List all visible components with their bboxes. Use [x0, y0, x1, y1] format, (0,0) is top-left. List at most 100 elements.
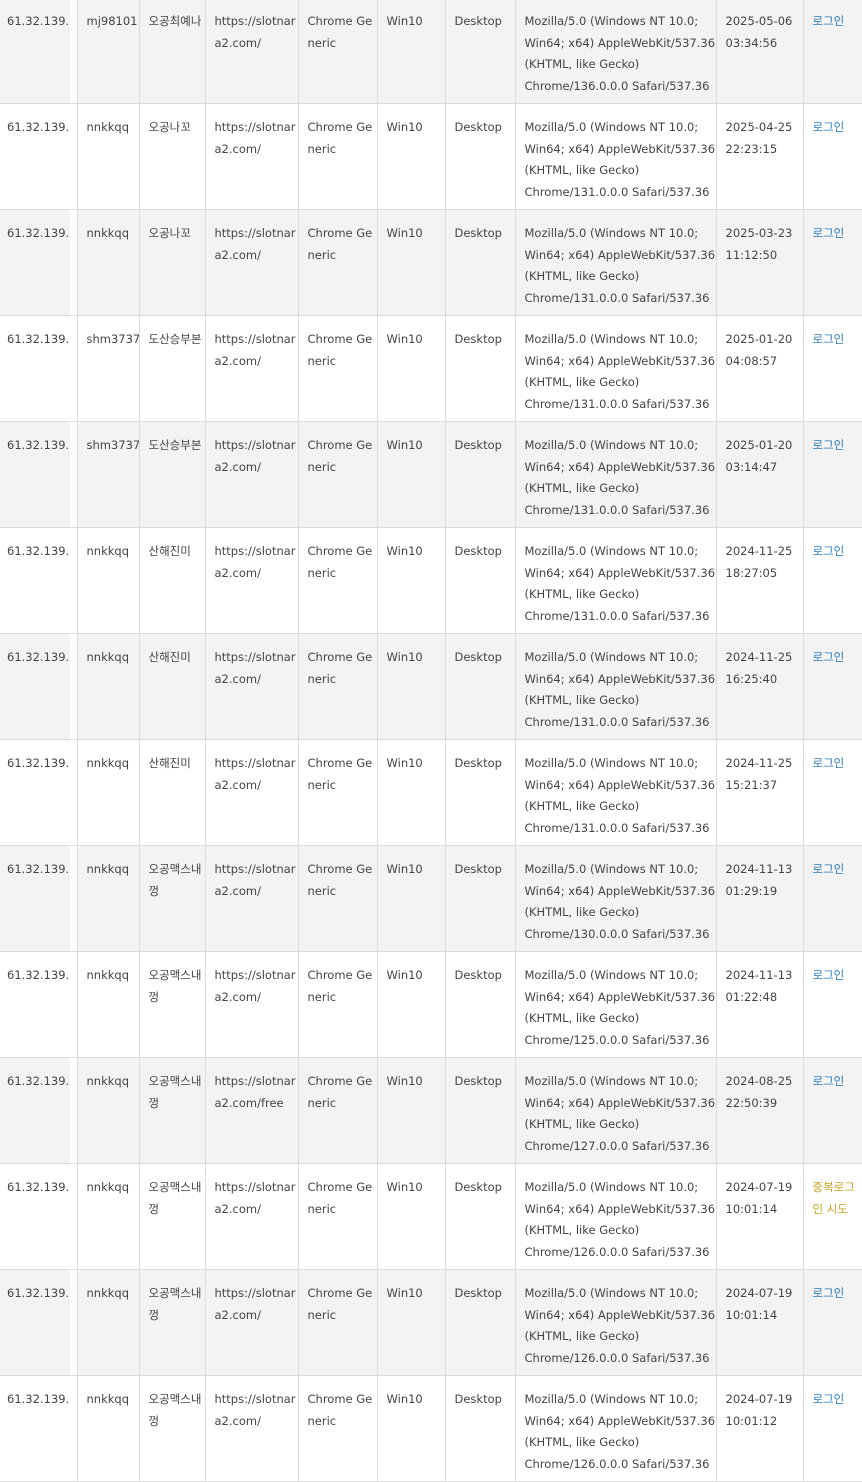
user-agent-cell: Mozilla/5.0 (Windows NT 10.0; Win64; x64)…: [515, 845, 717, 952]
table-row: 61.32.139. nnkkqq 산해진미 https://slotnara2.co…: [0, 527, 862, 634]
datetime-cell: 2025-05-06 03:34:56: [716, 0, 804, 104]
user-agent-line: Chrome/131.0.0.0 Safari/537.36: [524, 820, 710, 835]
nickname-cell: 오공맥스내껑: [139, 1269, 206, 1376]
user-agent-line: Chrome/131.0.0.0 Safari/537.36: [524, 184, 710, 199]
url-cell: https://slotnara2.com/: [205, 103, 299, 210]
user-agent-cell: Mozilla/5.0 (Windows NT 10.0; Win64; x64)…: [515, 421, 717, 528]
url-cell: https://slotnara2.com/: [205, 633, 299, 740]
device-cell: Desktop: [445, 1269, 516, 1376]
user-agent-line: (KHTML, like Gecko): [524, 905, 640, 919]
user-agent-cell: Mozilla/5.0 (Windows NT 10.0; Win64; x64)…: [515, 103, 717, 210]
user-agent-line: Win64; x64) AppleWebKit/537.36: [524, 353, 716, 368]
status-cell: 로그인: [803, 0, 862, 104]
login-status-link[interactable]: 로그인: [813, 756, 845, 770]
user-agent-cell: Mozilla/5.0 (Windows NT 10.0; Win64; x64)…: [515, 633, 717, 740]
login-status-link[interactable]: 로그인: [813, 1392, 845, 1406]
table-row: 61.32.139. nnkkqq 오공맥스내껑 https://slotnara2.…: [0, 1057, 862, 1164]
url-cell: https://slotnara2.com/free: [205, 1057, 299, 1164]
browser-cell: Chrome Generic: [298, 845, 378, 952]
user-agent-line: (KHTML, like Gecko): [524, 163, 640, 177]
ip-address-cell: 61.32.139.: [0, 103, 70, 210]
os-cell: Win10: [377, 209, 446, 316]
user-agent-line: Mozilla/5.0 (Windows NT 10.0;: [524, 1074, 699, 1088]
datetime-cell: 2025-01-20 03:14:47: [716, 421, 804, 528]
user-id-cell: nnkkqq: [77, 209, 140, 316]
user-agent-line: Chrome/136.0.0.0 Safari/537.36: [524, 78, 710, 93]
user-agent-line: Mozilla/5.0 (Windows NT 10.0;: [524, 332, 699, 346]
login-date: 2025-01-20: [725, 438, 793, 452]
datetime-cell: 2024-07-19 10:01:12: [716, 1375, 804, 1482]
user-id-cell: nnkkqq: [77, 1375, 140, 1482]
login-time: 04:08:57: [725, 353, 778, 368]
column-gap: [70, 315, 78, 422]
user-agent-cell: Mozilla/5.0 (Windows NT 10.0; Win64; x64)…: [515, 739, 717, 846]
url-cell: https://slotnara2.com/: [205, 845, 299, 952]
login-time: 16:25:40: [725, 671, 778, 686]
login-status-link[interactable]: 로그인: [813, 1286, 845, 1300]
user-agent-cell: Mozilla/5.0 (Windows NT 10.0; Win64; x64)…: [515, 951, 717, 1058]
login-date: 2024-11-25: [725, 544, 793, 558]
browser-cell: Chrome Generic: [298, 633, 378, 740]
login-time: 01:29:19: [725, 883, 778, 898]
browser-cell: Chrome Generic: [298, 315, 378, 422]
browser-cell: Chrome Generic: [298, 1057, 378, 1164]
user-agent-line: Mozilla/5.0 (Windows NT 10.0;: [524, 1392, 699, 1406]
datetime-cell: 2024-08-25 22:50:39: [716, 1057, 804, 1164]
user-agent-cell: Mozilla/5.0 (Windows NT 10.0; Win64; x64)…: [515, 209, 717, 316]
browser-cell: Chrome Generic: [298, 1269, 378, 1376]
user-id-cell: shm3737: [77, 421, 140, 528]
login-status-link[interactable]: 로그인: [813, 332, 845, 346]
column-gap: [70, 951, 78, 1058]
login-status-link[interactable]: 로그인: [813, 544, 845, 558]
user-agent-line: Mozilla/5.0 (Windows NT 10.0;: [524, 862, 699, 876]
login-status-link[interactable]: 로그인: [813, 438, 845, 452]
login-log-body: 61.32.139. mj98101 오공최예나 https://slotnara2.…: [0, 0, 862, 1482]
user-agent-line: Mozilla/5.0 (Windows NT 10.0;: [524, 650, 699, 664]
user-agent-line: Chrome/126.0.0.0 Safari/537.36: [524, 1350, 710, 1365]
user-agent-line: Chrome/125.0.0.0 Safari/537.36: [524, 1032, 710, 1047]
user-id-cell: nnkkqq: [77, 845, 140, 952]
user-agent-line: Mozilla/5.0 (Windows NT 10.0;: [524, 968, 699, 982]
browser-cell: Chrome Generic: [298, 0, 378, 104]
user-agent-line: Win64; x64) AppleWebKit/537.36: [524, 565, 716, 580]
status-cell: 로그인: [803, 527, 862, 634]
user-agent-cell: Mozilla/5.0 (Windows NT 10.0; Win64; x64)…: [515, 0, 717, 104]
nickname-cell: 오공맥스내껑: [139, 1163, 206, 1270]
ip-address-cell: 61.32.139.: [0, 1375, 70, 1482]
nickname-cell: 오공맥스내껑: [139, 1057, 206, 1164]
table-row: 61.32.139. nnkkqq 오공맥스내껑 https://slotnara2.…: [0, 1163, 862, 1270]
user-id-cell: nnkkqq: [77, 739, 140, 846]
ip-address-cell: 61.32.139.: [0, 845, 70, 952]
login-status-link[interactable]: 로그인: [813, 1074, 845, 1088]
login-date: 2024-11-25: [725, 756, 793, 770]
user-agent-line: Win64; x64) AppleWebKit/537.36: [524, 777, 716, 792]
user-id-cell: nnkkqq: [77, 1057, 140, 1164]
login-status-link[interactable]: 로그인: [813, 862, 845, 876]
column-gap: [70, 845, 78, 952]
nickname-cell: 도산승부본: [139, 315, 206, 422]
url-cell: https://slotnara2.com/: [205, 1269, 299, 1376]
login-status-link[interactable]: 로그인: [813, 226, 845, 240]
login-status-link[interactable]: 로그인: [813, 14, 845, 28]
login-status-link[interactable]: 로그인: [813, 120, 845, 134]
login-date: 2025-05-06: [725, 14, 793, 28]
user-id-cell: nnkkqq: [77, 1269, 140, 1376]
login-status-link[interactable]: 로그인: [813, 650, 845, 664]
url-cell: https://slotnara2.com/: [205, 1163, 299, 1270]
table-row: 61.32.139. nnkkqq 오공맥스내껑 https://slotnara2.…: [0, 845, 862, 952]
browser-cell: Chrome Generic: [298, 209, 378, 316]
user-id-cell: shm3737: [77, 315, 140, 422]
table-row: 61.32.139. nnkkqq 산해진미 https://slotnara2.co…: [0, 633, 862, 740]
user-id-cell: nnkkqq: [77, 103, 140, 210]
status-cell: 로그인: [803, 209, 862, 316]
ip-address-cell: 61.32.139.: [0, 1057, 70, 1164]
url-cell: https://slotnara2.com/: [205, 421, 299, 528]
ip-address-cell: 61.32.139.: [0, 527, 70, 634]
datetime-cell: 2024-11-13 01:22:48: [716, 951, 804, 1058]
login-status-link[interactable]: 로그인: [813, 968, 845, 982]
ip-address-cell: 61.32.139.: [0, 1163, 70, 1270]
os-cell: Win10: [377, 103, 446, 210]
status-cell: 중복로그인 시도: [803, 1163, 862, 1270]
user-id-cell: nnkkqq: [77, 1163, 140, 1270]
nickname-cell: 오공맥스내껑: [139, 1375, 206, 1482]
